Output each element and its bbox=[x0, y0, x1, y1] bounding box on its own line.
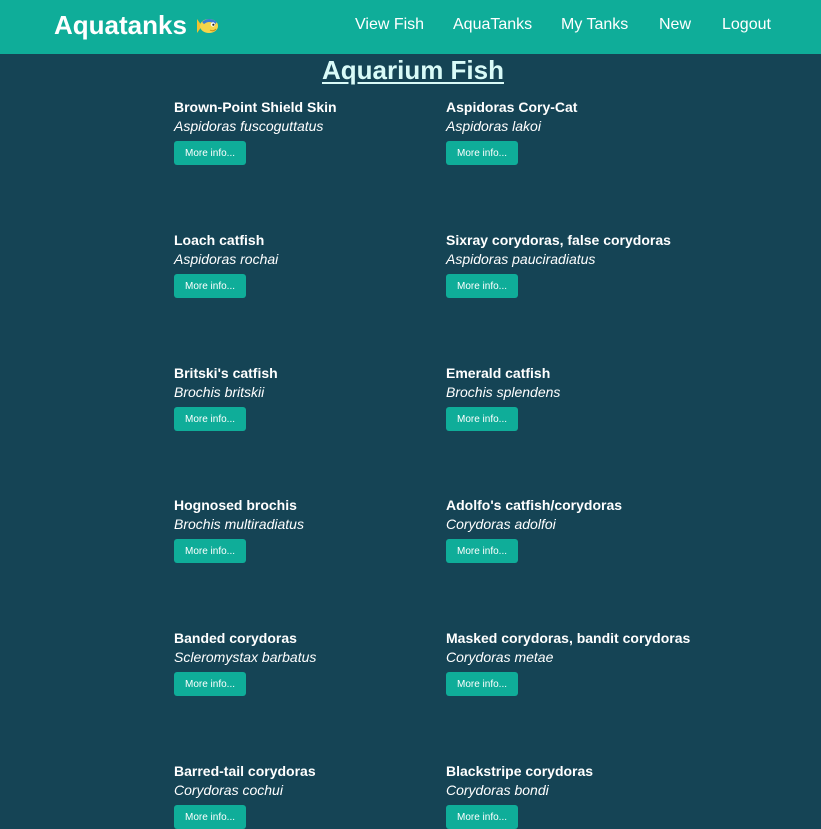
more-info-button[interactable]: More info... bbox=[174, 672, 246, 696]
fish-card: Banded corydoras Scleromystax barbatus Mor… bbox=[174, 630, 434, 696]
page-title: Aquarium Fish bbox=[321, 55, 504, 85]
fish-common-name: Barred-tail corydoras bbox=[174, 763, 316, 779]
fish-common-name: Loach catfish bbox=[174, 232, 265, 248]
more-info-button[interactable]: More info... bbox=[446, 672, 518, 696]
fish-icon bbox=[196, 18, 218, 33]
fish-common-name: Masked corydoras, bandit corydoras bbox=[446, 630, 691, 646]
fish-card: Masked corydoras, bandit corydoras Corydo… bbox=[446, 630, 706, 696]
more-info-button[interactable]: More info... bbox=[446, 805, 518, 829]
more-info-button[interactable]: More info... bbox=[174, 274, 246, 298]
fish-card: Britski's catfish Brochis britskii More in… bbox=[174, 365, 434, 431]
fish-scientific-name: Corydoras cochui bbox=[174, 782, 283, 798]
brand-name: Aquatanks bbox=[54, 10, 187, 40]
fish-common-name: Banded corydoras bbox=[174, 630, 297, 646]
fish-scientific-name: Brochis multiradiatus bbox=[174, 516, 304, 532]
more-info-button[interactable]: More info... bbox=[446, 539, 518, 563]
nav-view-fish[interactable]: View Fish bbox=[355, 16, 424, 34]
more-info-button[interactable]: More info... bbox=[174, 141, 246, 165]
fish-scientific-name: Aspidoras lakoi bbox=[446, 118, 541, 134]
fish-card: Sixray corydoras, false corydoras Aspidor… bbox=[446, 232, 706, 298]
fish-scientific-name: Brochis britskii bbox=[174, 384, 265, 400]
more-info-button[interactable]: More info... bbox=[446, 141, 518, 165]
fish-common-name: Adolfo's catfish/corydoras bbox=[446, 497, 623, 513]
fish-scientific-name: Corydoras metae bbox=[446, 649, 554, 665]
fish-card: Adolfo's catfish/corydoras Corydoras adol… bbox=[446, 497, 706, 563]
fish-card: Barred-tail corydoras Corydoras cochui Mor… bbox=[174, 763, 434, 829]
fish-scientific-name: Corydoras bondi bbox=[446, 782, 549, 798]
fish-card: Loach catfish Aspidoras rochai More info..… bbox=[174, 232, 434, 298]
fish-card: Hognosed brochis Brochis multiradiatus Mor… bbox=[174, 497, 434, 563]
more-info-button[interactable]: More info... bbox=[174, 407, 246, 431]
nav-new[interactable]: New bbox=[659, 16, 691, 34]
nav-aquatanks[interactable]: AquaTanks bbox=[453, 16, 532, 34]
fish-common-name: Aspidoras Cory-Cat bbox=[446, 99, 578, 115]
fish-card: Blackstripe corydoras Corydoras bondi More… bbox=[446, 763, 706, 829]
nav-my-tanks[interactable]: My Tanks bbox=[561, 16, 628, 34]
fish-common-name: Britski's catfish bbox=[174, 365, 278, 381]
fish-common-name: Brown-Point Shield Skin bbox=[174, 99, 337, 115]
fish-scientific-name: Aspidoras rochai bbox=[174, 251, 279, 267]
fish-card: Aspidoras Cory-Cat Aspidoras lakoi More in… bbox=[446, 99, 706, 165]
more-info-button[interactable]: More info... bbox=[174, 805, 246, 829]
fish-scientific-name: Aspidoras fuscoguttatus bbox=[174, 118, 324, 134]
more-info-button[interactable]: More info... bbox=[446, 274, 518, 298]
fish-common-name: Hognosed brochis bbox=[174, 497, 297, 513]
fish-card: Brown-Point Shield Skin Aspidoras fuscogu… bbox=[174, 99, 434, 165]
more-info-button[interactable]: More info... bbox=[174, 539, 246, 563]
more-info-button[interactable]: More info... bbox=[446, 407, 518, 431]
fish-common-name: Emerald catfish bbox=[446, 365, 551, 381]
fish-scientific-name: Corydoras adolfoi bbox=[446, 516, 556, 532]
nav-logout[interactable]: Logout bbox=[722, 16, 771, 34]
fish-scientific-name: Brochis splendens bbox=[446, 384, 561, 400]
fish-scientific-name: Scleromystax barbatus bbox=[174, 649, 317, 665]
brand-link[interactable]: Aquatanks bbox=[54, 10, 220, 41]
fish-common-name: Sixray corydoras, false corydoras bbox=[446, 232, 671, 248]
navbar: Aquatanks View Fish AquaTanks My Tanks N… bbox=[0, 0, 821, 54]
fish-common-name: Blackstripe corydoras bbox=[446, 763, 594, 779]
fish-scientific-name: Aspidoras pauciradiatus bbox=[446, 251, 596, 267]
fish-card: Emerald catfish Brochis splendens More inf… bbox=[446, 365, 706, 431]
